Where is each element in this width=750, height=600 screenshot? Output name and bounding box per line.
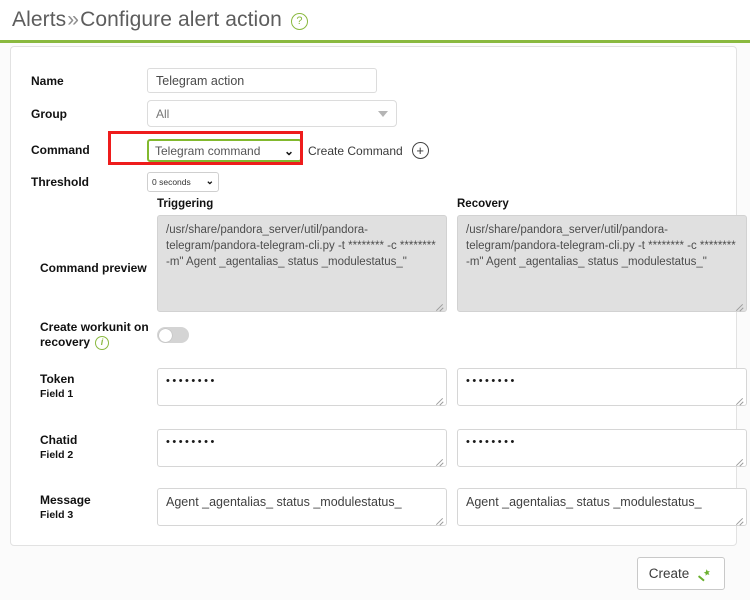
message-sub-label: Field 3 <box>40 509 74 521</box>
toggle-knob <box>159 328 172 342</box>
help-icon[interactable]: ? <box>290 13 308 30</box>
group-select[interactable]: All <box>147 100 397 127</box>
form-row-name: Name <box>31 68 721 93</box>
workunit-label-line1: Create workunit on <box>40 320 149 334</box>
create-command-label[interactable]: Create Command <box>308 144 403 158</box>
breadcrumb-separator: » <box>67 8 80 31</box>
message-triggering-input[interactable]: Agent _agentalias_ status _modulestatus_ <box>157 488 447 526</box>
token-sub-label: Field 1 <box>40 388 74 400</box>
triggering-column-header: Triggering <box>157 198 214 210</box>
configure-alert-action-card: Name Group All Command Telegram command … <box>10 46 747 546</box>
group-select-value: All <box>156 106 170 121</box>
message-label: Message <box>40 493 91 507</box>
form-row-command: Command Telegram command ⌄ Create Comman… <box>31 139 721 162</box>
info-icon[interactable]: i <box>95 335 110 350</box>
triggering-command-preview[interactable]: /usr/share/pandora_server/util/pandora-t… <box>157 215 447 312</box>
threshold-select[interactable]: 0 seconds ⌄ <box>147 172 219 192</box>
command-select-value: Telegram command <box>155 143 261 158</box>
chatid-label: Chatid <box>40 433 78 447</box>
field-label-message: Message Field 3 <box>40 493 150 522</box>
create-button-label: Create <box>648 566 690 581</box>
chatid-triggering-input[interactable]: •••••••• <box>157 429 447 467</box>
form-row-group: Group All <box>31 100 721 127</box>
chatid-sub-label: Field 2 <box>40 449 74 461</box>
breadcrumb-root[interactable]: Alerts <box>12 8 66 31</box>
command-preview-label: Command preview <box>40 261 147 275</box>
page-title: Configure alert action <box>80 8 282 31</box>
command-select[interactable]: Telegram command ⌄ <box>147 139 302 162</box>
token-label: Token <box>40 372 75 386</box>
threshold-label: Threshold <box>31 174 90 189</box>
chatid-recovery-input[interactable]: •••••••• <box>457 429 747 467</box>
name-label: Name <box>31 74 64 88</box>
breadcrumb: Alerts»Configure alert action <box>12 8 282 32</box>
create-button[interactable]: Create <box>637 557 725 590</box>
page-header: Alerts»Configure alert action ? <box>0 0 750 43</box>
chevron-down-icon: ⌄ <box>283 143 294 158</box>
token-recovery-input[interactable]: •••••••• <box>457 368 747 406</box>
recovery-column-header: Recovery <box>457 198 509 210</box>
chevron-down-icon: ⌄ <box>205 176 214 187</box>
threshold-select-value: 0 seconds <box>152 177 191 187</box>
workunit-toggle[interactable] <box>157 327 189 343</box>
workunit-label-group: Create workunit on recovery i <box>40 320 150 350</box>
name-input[interactable] <box>147 68 377 93</box>
plus-icon[interactable]: + <box>411 142 429 159</box>
form-row-threshold: Threshold 0 seconds ⌄ <box>31 172 721 192</box>
field-label-chatid: Chatid Field 2 <box>40 433 150 462</box>
chevron-down-icon <box>378 110 388 117</box>
command-label: Command <box>31 143 90 157</box>
recovery-command-preview[interactable]: /usr/share/pandora_server/util/pandora-t… <box>457 215 747 312</box>
wand-icon <box>698 568 711 581</box>
workunit-label-line2: recovery <box>40 335 91 349</box>
message-recovery-input[interactable]: Agent _agentalias_ status _modulestatus_ <box>457 488 747 526</box>
field-label-token: Token Field 1 <box>40 372 150 401</box>
token-triggering-input[interactable]: •••••••• <box>157 368 447 406</box>
group-label: Group <box>31 107 67 121</box>
